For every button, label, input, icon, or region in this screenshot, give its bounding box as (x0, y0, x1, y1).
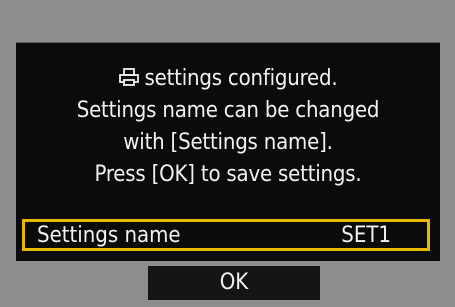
printer-icon (118, 65, 140, 86)
message-line-4: Press [OK] to save settings. (94, 162, 362, 187)
message-dialog: settings configured. Settings name can b… (16, 42, 440, 261)
message-line-3: with [Settings name]. (123, 130, 333, 155)
camera-screen: settings configured. Settings name can b… (0, 0, 455, 307)
message-line-1: settings configured. (16, 63, 440, 95)
message-line-2: Settings name can be changed (76, 98, 380, 123)
settings-name-value: SET1 (341, 223, 391, 248)
settings-name-label: Settings name (37, 223, 181, 248)
ok-button[interactable]: OK (148, 266, 320, 300)
message-text-line-1: settings configured. (144, 66, 338, 91)
dialog-message: settings configured. Settings name can b… (16, 63, 440, 191)
settings-name-row[interactable]: Settings name SET1 (22, 219, 430, 251)
